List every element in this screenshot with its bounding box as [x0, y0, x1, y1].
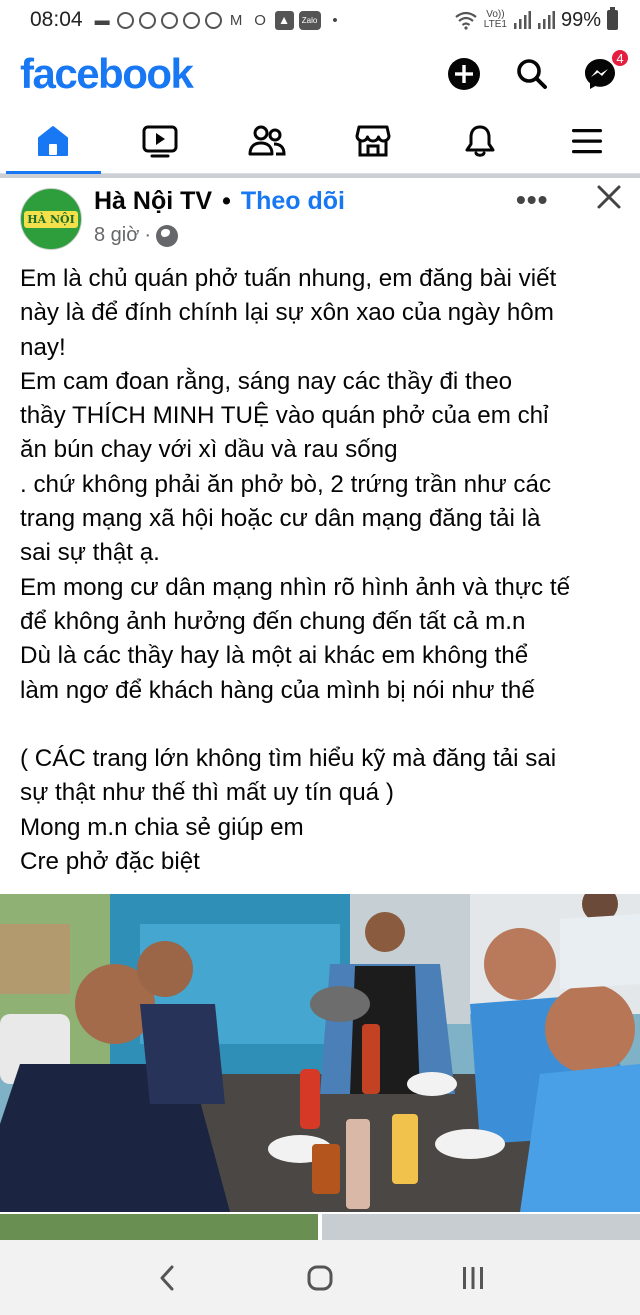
status-bar: 08:04 ▬ M O ▲ Zalo • Vo)) LTE1 99%: [0, 0, 640, 40]
home-circle-icon: [307, 1265, 333, 1290]
post-line: Em là chủ quán phở tuấn nhung, em đăng b…: [20, 265, 557, 292]
post-close-button[interactable]: [594, 182, 624, 212]
tab-menu[interactable]: [533, 108, 640, 173]
main-nav-tabs: [0, 108, 640, 174]
facebook-logo[interactable]: facebook: [20, 50, 194, 98]
post-header: HÀ NỘI Hà Nội TV • Theo dõi 8 giờ · •••: [0, 178, 640, 258]
post-line: Mong m.n chia sẻ giúp em: [20, 813, 304, 841]
avatar-text: HÀ NỘI: [24, 210, 78, 228]
signal-icon: [537, 11, 555, 29]
message-icon: ▬: [94, 11, 110, 29]
back-icon: [160, 1265, 174, 1290]
post-line: . chứ không phải ăn phở bò, 2 trứng trần…: [20, 470, 552, 498]
notification-icons: ▬ M O ▲ Zalo •: [93, 10, 345, 30]
tab-marketplace[interactable]: [320, 108, 427, 173]
post-time[interactable]: 8 giờ: [94, 224, 139, 247]
post-title-row: Hà Nội TV • Theo dõi: [94, 187, 345, 216]
back-button[interactable]: [147, 1258, 187, 1298]
follow-button[interactable]: Theo dõi: [241, 187, 345, 216]
title-separator: •: [222, 187, 231, 215]
system-nav-bar: [0, 1240, 640, 1315]
post-line: để không ảnh hưởng đến chung đến tất cả …: [20, 607, 526, 635]
battery-icon: [607, 7, 618, 30]
globe-icon: [156, 224, 179, 247]
chrome-icon: [204, 11, 222, 29]
notification-badge: 4: [610, 48, 630, 68]
restaurant-scene: [0, 894, 640, 1212]
page-avatar[interactable]: HÀ NỘI: [20, 188, 82, 250]
recents-icon: [463, 1266, 484, 1289]
post-photo[interactable]: [0, 894, 640, 1212]
home-button[interactable]: [300, 1258, 340, 1298]
post-line: Cre phở đặc biệt: [20, 848, 200, 876]
post-more-button[interactable]: •••: [516, 184, 548, 216]
tab-friends[interactable]: [213, 108, 320, 173]
post-line: thầy THÍCH MINH TUỆ vào quán phở của em …: [20, 402, 549, 430]
tab-notifications[interactable]: [427, 108, 534, 173]
post-photo-thumb[interactable]: [322, 1214, 640, 1240]
chrome-icon: [160, 11, 178, 29]
plus-icon: [448, 58, 480, 90]
post-line: này là để đính chính lại sự xôn xao của …: [20, 299, 554, 327]
battery-percent: 99%: [560, 8, 601, 31]
tab-home[interactable]: [0, 108, 107, 174]
chrome-icon: [138, 11, 156, 29]
marketplace-icon: [355, 125, 391, 156]
post-line: Em mong cư dân mạng nhìn rõ hình ảnh và …: [20, 573, 571, 601]
post-line: sai sự thật ạ.: [20, 539, 160, 567]
post-photo-thumb[interactable]: [0, 1214, 318, 1240]
friends-icon: [248, 125, 286, 155]
messenger-button[interactable]: 4: [580, 48, 630, 94]
page-name[interactable]: Hà Nội TV: [94, 187, 212, 216]
status-right: Vo)) LTE1 99%: [454, 7, 618, 32]
search-button[interactable]: [512, 54, 552, 94]
video-icon: [142, 125, 178, 157]
post-line: [20, 708, 624, 742]
bell-icon: [465, 125, 495, 157]
menu-icon: [571, 128, 602, 153]
signal-icon: [513, 11, 531, 29]
post-line: làm ngơ để khách hàng của mình bị nói nh…: [20, 676, 535, 704]
post-line: trang mạng xã hội hoặc cư dân mạng đăng …: [20, 505, 541, 533]
search-icon: [517, 59, 547, 89]
zalo-icon: Zalo: [298, 10, 321, 30]
opera-icon: O: [254, 11, 266, 29]
lte-bottom-label: LTE1: [483, 19, 507, 30]
app-header: facebook 4: [0, 40, 640, 108]
header-actions: 4: [444, 48, 630, 94]
gallery-icon: ▲: [274, 10, 294, 30]
close-icon: [597, 185, 621, 209]
post-line: nay!: [20, 333, 66, 361]
post-line: Em cam đoan rằng, sáng nay các thầy đi t…: [20, 367, 513, 395]
home-icon: [38, 125, 69, 156]
gmail-icon: M: [229, 11, 243, 29]
recents-button[interactable]: [453, 1258, 493, 1298]
post-line: ( CÁC trang lớn không tìm hiểu kỹ mà đăn…: [20, 745, 557, 773]
meta-separator: ·: [144, 224, 152, 246]
chrome-icon: [116, 11, 134, 29]
post-line: sự thật như thế thì mất uy tín quá ): [20, 779, 394, 807]
lte-indicator: Vo)) LTE1: [484, 10, 507, 30]
post-line: ăn bún chay với xì dầu và rau sống: [20, 436, 398, 464]
dot-icon: •: [332, 11, 338, 29]
status-time: 08:04: [30, 8, 83, 31]
post-meta: 8 giờ ·: [94, 224, 179, 247]
post-line: Dù là các thầy hay là một ai khác em khô…: [20, 642, 529, 670]
post-text: Em là chủ quán phở tuấn nhung, em đăng b…: [20, 262, 624, 879]
tab-video[interactable]: [107, 108, 214, 173]
second-photo-row: [0, 1214, 640, 1240]
chrome-icon: [182, 11, 200, 29]
create-button[interactable]: [444, 54, 484, 94]
wifi-icon: [455, 11, 477, 30]
